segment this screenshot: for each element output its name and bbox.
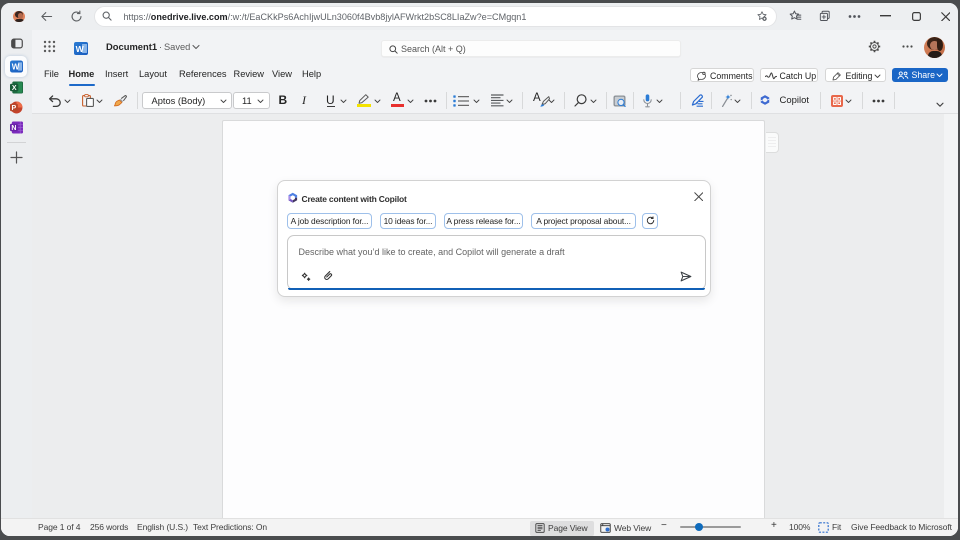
svg-text:W: W [12, 63, 20, 72]
svg-text:W: W [76, 44, 85, 54]
svg-text:N: N [11, 125, 16, 132]
svg-text:P: P [12, 105, 17, 112]
svg-text:X: X [12, 85, 17, 92]
